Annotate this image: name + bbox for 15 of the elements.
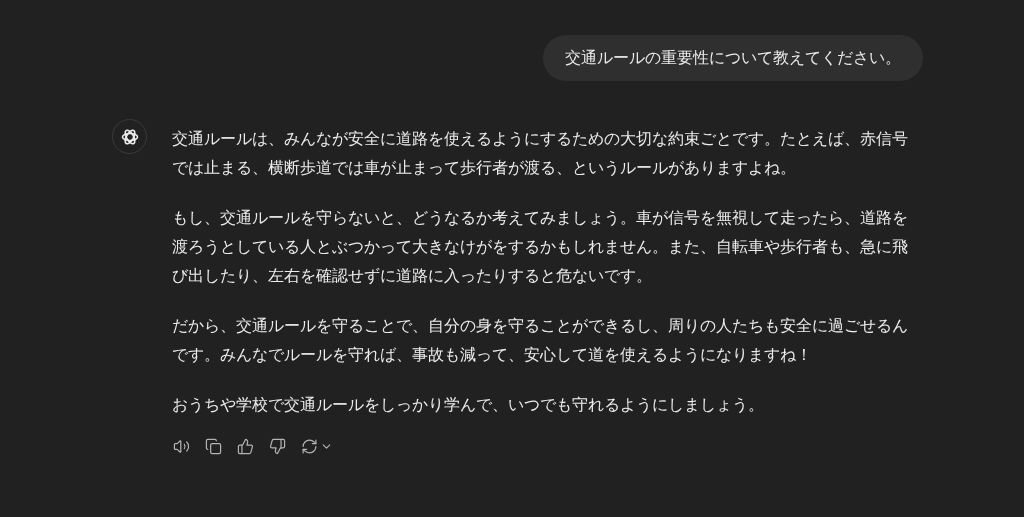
thumbs-up-icon [237, 438, 254, 455]
thumbs-down-button[interactable] [268, 437, 287, 456]
thumbs-up-button[interactable] [236, 437, 255, 456]
response-paragraph: おうちや学校で交通ルールをしっかり学んで、いつでも守れるようにしましょう。 [172, 395, 765, 416]
speaker-icon [173, 438, 190, 455]
user-message-bubble: 交通ルールの重要性について教えてください。 [543, 35, 923, 81]
copy-button[interactable] [204, 437, 223, 456]
speaker-button[interactable] [172, 437, 191, 456]
refresh-icon [301, 438, 318, 455]
thumbs-down-icon [269, 438, 286, 455]
copy-icon [205, 438, 222, 455]
response-paragraph: だから、交通ルールを守ることで、自分の身を守ることができるし、周りの人たちも安全に過ごせるんです。みんなでルールを守れば、事故も減って、安心して道を使えるようになりますね！ [172, 316, 909, 366]
response-paragraph: もし、交通ルールを守らないと、どうなるか考えてみましょう。車が信号を無視して走ったら、道路を渡ろうとしている人とぶつかって大きなけがをするかもしれません。また、自転車や歩行者も、急に飛び出したり、左右を確認せずに道路に入ったりすると危ないです。 [172, 208, 909, 287]
logo-icon [119, 126, 140, 147]
response-paragraph: 交通ルールは、みんなが安全に道路を使えるようにするための大切な約束ごとです。たとえば、赤信号では止まる、横断歩道では車が止まって歩行者が渡る、というルールがありますよね。 [172, 129, 909, 179]
